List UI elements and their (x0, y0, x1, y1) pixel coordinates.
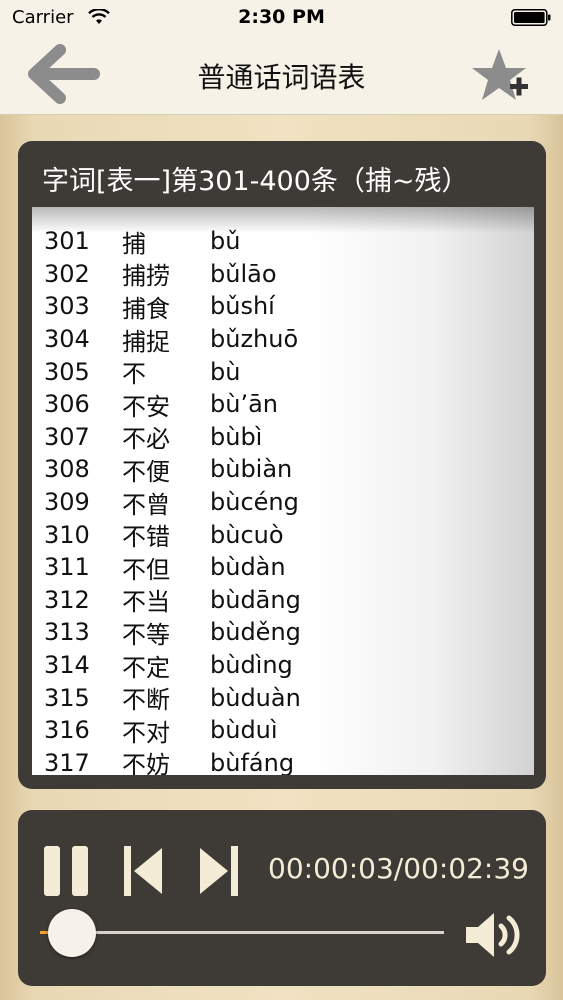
list-item-num: 312 (44, 585, 90, 614)
list-item-word: 不对 (122, 718, 170, 747)
list-item-num: 306 (44, 390, 90, 419)
list-item[interactable]: 316 不对 bùduì (44, 714, 301, 747)
navigation-bar: 普通话词语表 (0, 36, 563, 115)
list-item-pinyin: bùcuò (210, 520, 284, 549)
pause-button[interactable] (44, 846, 90, 896)
word-list: 301 捕 bǔ 302 捕捞 bǔlāo 303 捕食 bǔshí 304 捕捉 bǔzhuō 305… (44, 225, 301, 775)
list-item-pinyin: bǔzhuō (210, 325, 299, 354)
list-item[interactable]: 307 不必 bùbì (44, 421, 301, 454)
list-item-num: 315 (44, 683, 90, 712)
list-item[interactable]: 302 捕捞 bǔlāo (44, 258, 301, 291)
list-item[interactable]: 315 不断 bùduàn (44, 681, 301, 715)
list-item-pinyin: bùbiàn (210, 455, 293, 484)
list-top-shadow (32, 207, 534, 233)
list-item-word: 不必 (122, 425, 170, 454)
audio-player: 00:00:03/00:02:39 (18, 810, 546, 986)
list-item-word: 不妨 (122, 751, 170, 775)
list-item-pinyin: bùduàn (210, 683, 301, 712)
list-item[interactable]: 308 不便 bùbiàn (44, 453, 301, 486)
list-item-pinyin: bù’ān (210, 390, 278, 419)
add-favorite-button[interactable] (471, 46, 535, 106)
list-item[interactable]: 303 捕食 bǔshí (44, 290, 301, 323)
list-item-num: 317 (44, 748, 90, 775)
playback-time: 00:00:03/00:02:39 (268, 852, 529, 885)
list-item-pinyin: bùduì (210, 716, 278, 745)
progress-slider-track[interactable] (40, 931, 444, 934)
list-item[interactable]: 306 不安 bù’ān (44, 388, 301, 421)
list-item-pinyin: bùdāng (210, 585, 301, 614)
list-item[interactable]: 314 不定 bùdìng (44, 649, 301, 682)
list-item-word: 不但 (122, 555, 170, 584)
volume-button[interactable] (464, 910, 528, 960)
list-item-word: 不 (122, 360, 146, 389)
list-item-pinyin: bùdàn (210, 553, 286, 582)
list-item-word: 不错 (122, 523, 170, 552)
list-item-num: 304 (44, 325, 90, 354)
progress-slider-fill (40, 931, 48, 934)
skip-next-icon (200, 846, 238, 896)
list-item[interactable]: 313 不等 bùděng (44, 616, 301, 649)
list-item-pinyin: bùfáng (210, 748, 295, 775)
list-item-pinyin: bùbì (210, 422, 263, 451)
list-item-pinyin: bǔshí (210, 292, 275, 321)
list-item-pinyin: bù (210, 357, 241, 386)
battery-icon (511, 9, 551, 26)
progress-slider-thumb[interactable] (47, 909, 96, 957)
list-item[interactable]: 312 不当 bùdāng (44, 584, 301, 617)
list-item-word: 捕捉 (122, 327, 170, 356)
speaker-volume-icon (466, 913, 520, 957)
list-item[interactable]: 317 不妨 bùfáng (44, 747, 301, 775)
list-item-word: 不等 (122, 620, 170, 649)
list-item[interactable]: 310 不错 bùcuò (44, 518, 301, 552)
list-item-num: 311 (44, 553, 90, 582)
next-button[interactable] (198, 844, 240, 898)
list-item-word: 捕捞 (122, 262, 170, 291)
skip-previous-icon (124, 846, 162, 896)
list-item[interactable]: 304 捕捉 bǔzhuō (44, 323, 301, 356)
list-item-num: 308 (44, 455, 90, 484)
list-item-num: 316 (44, 716, 90, 745)
list-item-num: 305 (44, 357, 90, 386)
list-item-word: 不安 (122, 392, 170, 421)
status-time: 2:30 PM (238, 6, 325, 28)
list-item-pinyin: bùcéng (210, 488, 299, 517)
list-item-pinyin: bǔlāo (210, 259, 277, 288)
list-item-word: 不曾 (122, 490, 170, 519)
list-item-num: 307 (44, 422, 90, 451)
list-item-num: 314 (44, 651, 90, 680)
list-item-pinyin: bùděng (210, 618, 301, 647)
list-item-num: 313 (44, 618, 90, 647)
list-item-pinyin: bùdìng (210, 651, 293, 680)
list-item[interactable]: 311 不但 bùdàn (44, 551, 301, 584)
previous-button[interactable] (122, 844, 164, 898)
word-list-scroll[interactable]: 301 捕 bǔ 302 捕捞 bǔlāo 303 捕食 bǔshí 304 捕捉 bǔzhuō 305… (32, 207, 534, 775)
list-item[interactable]: 309 不曾 bùcéng (44, 486, 301, 519)
list-item-num: 309 (44, 488, 90, 517)
list-item[interactable]: 305 不 bù (44, 355, 301, 389)
status-bar: Carrier 2:30 PM (0, 0, 563, 36)
star-plus-icon (472, 49, 528, 100)
list-item-num: 303 (44, 292, 90, 321)
list-item-word: 不便 (122, 457, 170, 486)
list-item-word: 不当 (122, 588, 170, 617)
list-item-word: 不断 (122, 686, 170, 715)
list-section-title: 字词[表一]第301-400条（捕~残） (42, 166, 469, 197)
word-list-panel: 字词[表一]第301-400条（捕~残） 301 捕 bǔ 302 捕捞 bǔlāo 303… (18, 141, 546, 789)
list-item-num: 310 (44, 520, 90, 549)
list-item-word: 不定 (122, 653, 170, 682)
list-item-num: 302 (44, 259, 90, 288)
list-item-word: 捕食 (122, 294, 170, 323)
